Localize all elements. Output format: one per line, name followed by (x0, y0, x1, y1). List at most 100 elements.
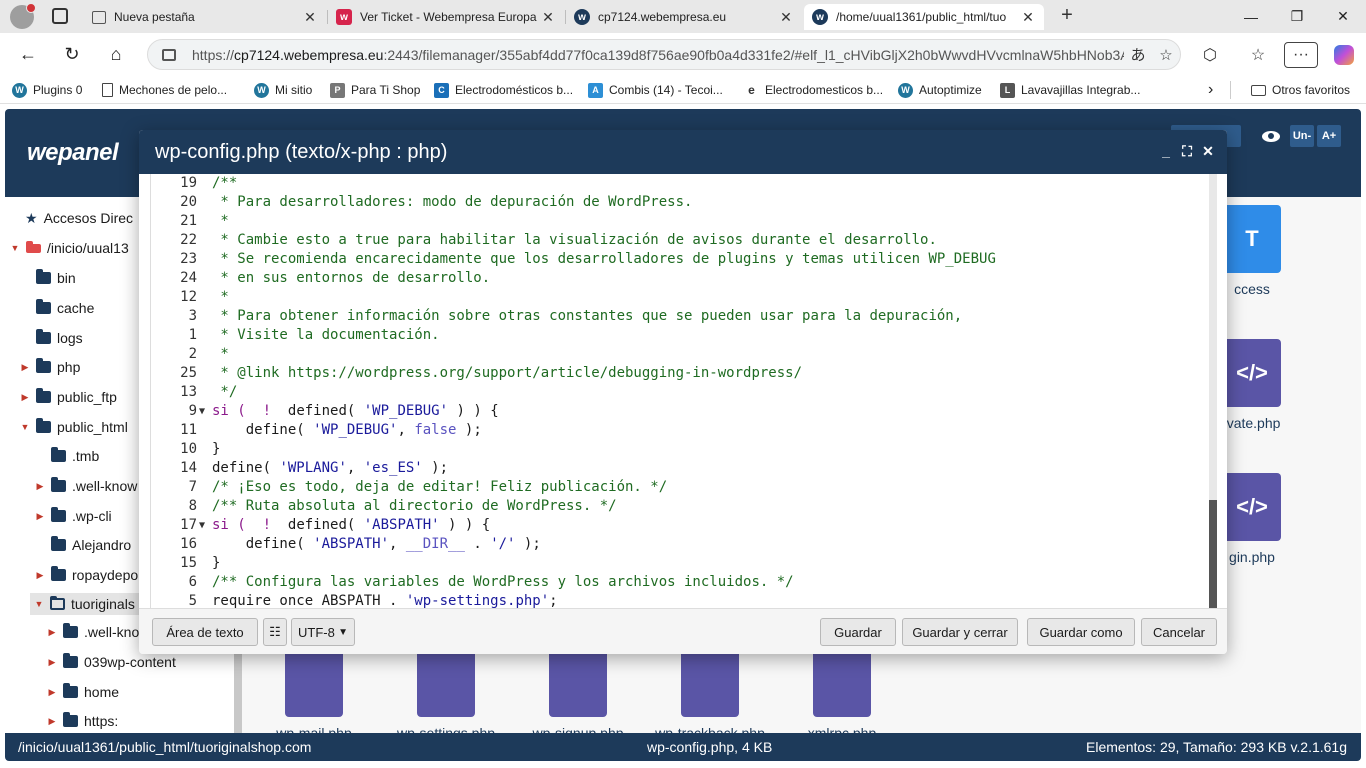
tab-filemanager[interactable]: w /home/uual1361/public_html/tuo ✕ (804, 4, 1044, 30)
code-line[interactable]: 24 * en sus entornos de desarrollo. (151, 269, 1211, 288)
font-decrease-button[interactable]: Un- (1290, 125, 1314, 147)
bookmark-item[interactable]: L Lavavajillas Integrab... (1000, 81, 1140, 99)
bookmark-item[interactable]: P Para Ti Shop (330, 81, 420, 99)
save-as-button[interactable]: Guardar como (1027, 618, 1135, 646)
editor-scrollbar-thumb[interactable] (1209, 500, 1217, 608)
back-icon[interactable]: ← (16, 42, 40, 66)
font-increase-button[interactable]: A+ (1317, 125, 1341, 147)
tree-item-wp-cli[interactable]: ▶ .wp-cli (35, 505, 112, 527)
fold-toggle-icon[interactable]: ▼ (199, 402, 205, 421)
tree-item-well-known[interactable]: ▶ .well-know (35, 475, 137, 497)
tree-item-tmb[interactable]: .tmb (51, 445, 99, 467)
minimize-icon[interactable]: _ (1157, 142, 1175, 160)
tab-ver-ticket[interactable]: w Ver Ticket - Webempresa Europa ✕ (328, 4, 564, 30)
close-icon[interactable]: ✕ (1020, 9, 1036, 26)
code-line[interactable]: 8 /** Ruta absoluta al directorio de Word… (151, 497, 1211, 516)
chevron-down-icon[interactable]: ▼ (10, 243, 20, 253)
code-line[interactable]: ▼ 17 si ( ! defined( 'ABSPATH' ) ) { (151, 516, 1211, 535)
bookmark-item[interactable]: W Autoptimize (898, 81, 982, 99)
code-line[interactable]: 10} (151, 440, 1211, 459)
bookmark-item[interactable]: W Mi sitio (254, 81, 312, 99)
close-icon[interactable]: ✕ (302, 9, 318, 26)
tree-item-well-known-2[interactable]: ▶ .well-kno (47, 621, 139, 643)
bookmark-item[interactable]: Mechones de pelo... (102, 81, 227, 99)
encoding-select[interactable]: UTF-8 ▼ (291, 618, 355, 646)
lock-icon[interactable] (162, 48, 176, 61)
code-line[interactable]: 16 define( 'ABSPATH', __DIR__ . '/' ); (151, 535, 1211, 554)
close-icon[interactable]: ✕ (778, 9, 794, 26)
dialog-titlebar[interactable]: wp-config.php (texto/x-php : php) _ ⛶ ✕ (139, 130, 1227, 174)
code-line[interactable]: 13 */ (151, 383, 1211, 402)
code-line[interactable]: 20 * Para desarrolladores: modo de depur… (151, 193, 1211, 212)
favorites-icon[interactable]: ☆ (1246, 42, 1270, 68)
tab-cp7124[interactable]: w cp7124.webempresa.eu ✕ (566, 4, 802, 30)
tree-item-039wp-content[interactable]: ▶ 039wp-content (47, 651, 176, 673)
chevron-right-icon[interactable]: ▶ (47, 657, 57, 668)
bookmark-item[interactable]: C Electrodomésticos b... (434, 81, 573, 99)
favorite-star-icon[interactable]: ☆ (1152, 46, 1180, 64)
code-line[interactable]: 21 * (151, 212, 1211, 231)
close-icon[interactable]: ✕ (540, 9, 556, 26)
tree-item-public-html[interactable]: ▼ public_html (20, 416, 128, 438)
chevron-right-icon[interactable]: › (1208, 81, 1213, 99)
home-icon[interactable]: ⌂ (104, 42, 128, 66)
file-item[interactable]: xmlrpc.php (772, 649, 912, 741)
more-options-icon[interactable]: ··· (1284, 42, 1318, 68)
code-line[interactable]: ▼ 9 si ( ! defined( 'WP_DEBUG' ) ) { (151, 402, 1211, 421)
file-item[interactable]: wp-mail.php (244, 649, 384, 741)
bookmark-item[interactable]: A Combis (14) - Tecoi... (588, 81, 723, 99)
reload-icon[interactable]: ↻ (60, 42, 84, 66)
code-line[interactable]: 7 /* ¡Eso es todo, deja de editar! Feliz … (151, 478, 1211, 497)
save-and-close-button[interactable]: Guardar y cerrar (902, 618, 1018, 646)
file-item[interactable]: wp-trackback.php (640, 649, 780, 741)
chevron-right-icon[interactable]: ▶ (20, 392, 30, 403)
code-line[interactable]: 25 * @link https://wordpress.org/support… (151, 364, 1211, 383)
file-item[interactable]: wp-signup.php (508, 649, 648, 741)
new-tab-button[interactable]: + (1056, 5, 1078, 27)
code-line[interactable]: 2 * (151, 345, 1211, 364)
code-line[interactable]: 22 * Cambie esto a true para habilitar l… (151, 231, 1211, 250)
code-line[interactable]: 1 * Visite la documentación. (151, 326, 1211, 345)
tree-item-bin[interactable]: bin (36, 267, 76, 289)
tree-item-php[interactable]: ▶ php (20, 356, 80, 378)
eye-icon[interactable] (1259, 125, 1283, 147)
url-text[interactable]: https://cp7124.webempresa.eu:2443/filema… (192, 47, 1124, 63)
chevron-right-icon[interactable]: ▶ (35, 511, 45, 522)
code-line[interactable]: 11 define( 'WP_DEBUG', false ); (151, 421, 1211, 440)
tree-item-public-ftp[interactable]: ▶ public_ftp (20, 386, 117, 408)
cancel-button[interactable]: Cancelar (1141, 618, 1217, 646)
chevron-right-icon[interactable]: ▶ (35, 481, 45, 492)
tree-item-alejandro[interactable]: Alejandro (51, 534, 131, 556)
other-favorites[interactable]: Otros favoritos (1251, 81, 1350, 99)
tree-item-ropaydepo[interactable]: ▶ ropaydepo (35, 564, 138, 586)
code-line[interactable]: 3 * Para obtener información sobre otras… (151, 307, 1211, 326)
profile-avatar[interactable] (10, 3, 36, 29)
tab-new-tab[interactable]: Nueva pestaña ✕ (84, 4, 326, 30)
fold-toggle-icon[interactable]: ▼ (199, 516, 205, 535)
chevron-right-icon[interactable]: ▶ (47, 687, 57, 698)
tree-item-cache[interactable]: cache (36, 297, 94, 319)
tree-item-shortcuts[interactable]: ★ Accesos Direc (25, 207, 133, 229)
code-line[interactable]: 6 /** Configura las variables de WordPres… (151, 573, 1211, 592)
editor-scrollbar[interactable] (1209, 174, 1217, 608)
text-area-button[interactable]: Área de texto (152, 618, 258, 646)
copilot-icon[interactable] (1332, 42, 1356, 68)
chevron-right-icon[interactable]: ▶ (47, 716, 57, 727)
chevron-down-icon[interactable]: ▼ (20, 422, 30, 432)
code-line[interactable]: 14 define( 'WPLANG', 'es_ES' ); (151, 459, 1211, 478)
chevron-right-icon[interactable]: ▶ (20, 362, 30, 373)
tree-item-https[interactable]: ▶ https: (47, 710, 118, 732)
read-aloud-icon[interactable]: あ (1124, 44, 1152, 65)
code-line[interactable]: 23 * Se recomienda encarecidamente que l… (151, 250, 1211, 269)
code-editor[interactable]: 19/** 20 * Para desarrolladores: modo de … (150, 174, 1217, 608)
chevron-right-icon[interactable]: ▶ (35, 570, 45, 581)
tree-item-root[interactable]: ▼ /inicio/uual13 (10, 237, 129, 259)
restore-icon[interactable]: ❐ (1274, 0, 1320, 33)
code-line[interactable]: 15} (151, 554, 1211, 573)
maximize-icon[interactable]: ⛶ (1178, 142, 1196, 160)
settings-sliders-icon[interactable]: ☷ (263, 618, 287, 646)
tab-actions-icon[interactable] (52, 8, 68, 24)
code-line[interactable]: 12 * (151, 288, 1211, 307)
code-line[interactable]: 19 /** (151, 174, 1211, 193)
code-line[interactable]: 5 require_once ABSPATH . 'wp-settings.php… (151, 592, 1211, 608)
